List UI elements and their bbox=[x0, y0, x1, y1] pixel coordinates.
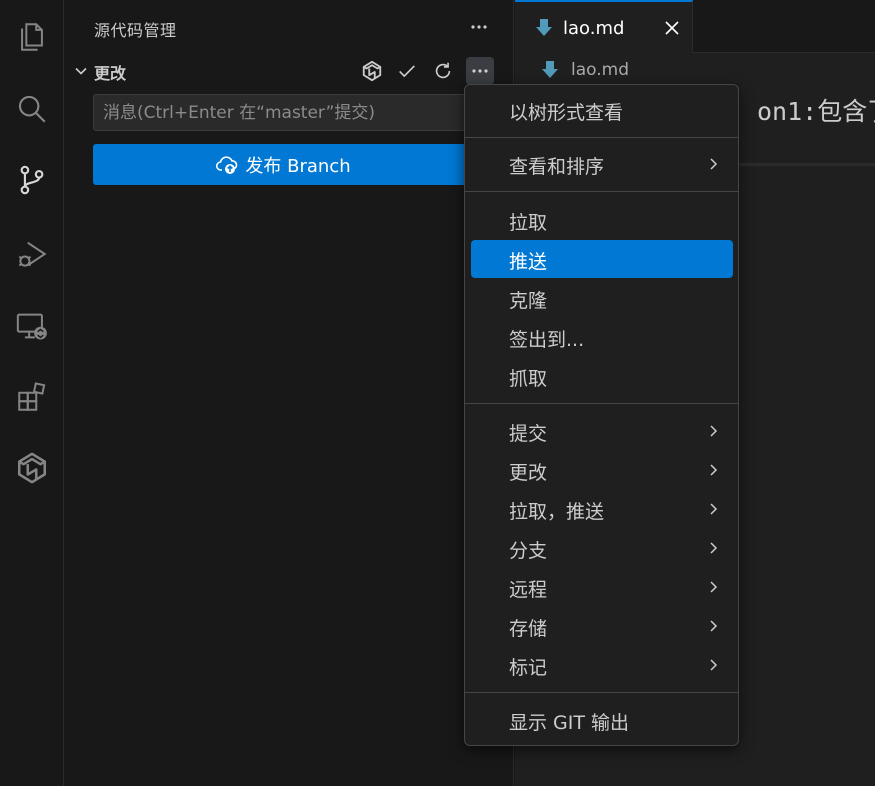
publish-branch-label: 发布 Branch bbox=[245, 155, 351, 177]
chevron-right-icon bbox=[710, 542, 718, 554]
menu-item-view-and-sort[interactable]: 查看和排序 bbox=[471, 145, 733, 183]
menu-item-label: 更改 bbox=[509, 462, 548, 484]
sidebar-more-actions-button[interactable] bbox=[464, 12, 494, 42]
menu-item-view-as-tree[interactable]: 以树形式查看 bbox=[471, 91, 733, 129]
activity-run-debug[interactable] bbox=[0, 226, 64, 282]
menu-item-label: 签出到... bbox=[509, 329, 585, 351]
activity-ai-assistant[interactable] bbox=[0, 440, 64, 496]
menu-item-show-git-output[interactable]: 显示 GIT 输出 bbox=[471, 701, 733, 739]
menu-item-label: 标记 bbox=[509, 657, 548, 679]
menu-item-tags[interactable]: 标记 bbox=[471, 646, 733, 684]
check-icon bbox=[399, 65, 415, 78]
publish-branch-button[interactable]: 发布 Branch bbox=[93, 144, 473, 185]
menu-separator bbox=[465, 692, 738, 693]
menu-item-label: 显示 GIT 输出 bbox=[509, 712, 630, 734]
changes-section-title: 更改 bbox=[94, 64, 127, 83]
chevron-right-icon bbox=[710, 158, 718, 170]
ellipsis-icon bbox=[471, 25, 487, 29]
ellipsis-icon bbox=[472, 69, 488, 73]
menu-item-checkout-to[interactable]: 签出到... bbox=[471, 318, 733, 356]
menu-item-label: 推送 bbox=[509, 251, 548, 273]
menu-item-label: 查看和排序 bbox=[509, 156, 605, 178]
menu-item-commit[interactable]: 提交 bbox=[471, 412, 733, 450]
commit-button[interactable] bbox=[393, 57, 421, 85]
more-actions-button[interactable] bbox=[466, 57, 494, 85]
menu-item-label: 拉取，推送 bbox=[509, 501, 605, 523]
cloud-upload-icon bbox=[216, 155, 238, 174]
files-icon bbox=[21, 23, 43, 51]
activity-explorer[interactable] bbox=[0, 9, 64, 65]
menu-item-branch[interactable]: 分支 bbox=[471, 529, 733, 567]
source-control-icon bbox=[20, 165, 44, 195]
menu-item-push[interactable]: 推送 bbox=[471, 240, 733, 278]
extensions-icon bbox=[18, 382, 46, 411]
editor-code-line: on1:包含了 bbox=[757, 97, 875, 126]
source-control-sidebar: 源代码管理 更改 消息(Ctrl+Enter 在“master”提交) 发布 B… bbox=[64, 0, 514, 786]
more-actions-context-menu: 以树形式查看 查看和排序 拉取 推送 克隆 签出到... 抓取 提交 更改 拉取… bbox=[464, 84, 739, 746]
menu-separator bbox=[465, 137, 738, 138]
menu-separator bbox=[465, 403, 738, 404]
tab-lao-md[interactable]: lao.md bbox=[515, 0, 693, 53]
tab-label: lao.md bbox=[563, 18, 625, 39]
ai-assistant-icon bbox=[362, 60, 382, 82]
activity-extensions[interactable] bbox=[0, 369, 64, 425]
menu-item-stash[interactable]: 存储 bbox=[471, 607, 733, 645]
menu-item-label: 抓取 bbox=[509, 368, 548, 390]
activity-source-control[interactable] bbox=[0, 152, 64, 208]
activity-search[interactable] bbox=[0, 81, 64, 137]
activity-remote-explorer[interactable] bbox=[0, 298, 64, 354]
menu-item-label: 提交 bbox=[509, 423, 548, 445]
changes-section-header[interactable]: 更改 bbox=[64, 54, 514, 88]
ai-commit-button[interactable] bbox=[358, 57, 386, 85]
menu-item-label: 存储 bbox=[509, 618, 548, 640]
refresh-button[interactable] bbox=[429, 57, 457, 85]
ai-assistant-icon bbox=[17, 452, 47, 484]
chevron-right-icon bbox=[710, 659, 718, 671]
menu-item-pull[interactable]: 拉取 bbox=[471, 201, 733, 239]
menu-item-fetch[interactable]: 抓取 bbox=[471, 357, 733, 395]
chevron-right-icon bbox=[710, 425, 718, 437]
menu-separator bbox=[465, 191, 738, 192]
tab-close-button[interactable] bbox=[660, 16, 684, 40]
menu-item-changes[interactable]: 更改 bbox=[471, 451, 733, 489]
chevron-right-icon bbox=[710, 503, 718, 515]
commit-message-input[interactable] bbox=[93, 94, 473, 131]
breadcrumb-file-label: lao.md bbox=[571, 60, 629, 80]
refresh-icon bbox=[435, 62, 451, 79]
remote-explorer-icon bbox=[16, 313, 47, 340]
tab-bar: lao.md bbox=[515, 0, 875, 53]
menu-item-pull-push[interactable]: 拉取，推送 bbox=[471, 490, 733, 528]
run-debug-icon bbox=[18, 241, 47, 267]
menu-item-clone[interactable]: 克隆 bbox=[471, 279, 733, 317]
breadcrumb[interactable]: lao.md bbox=[541, 58, 629, 82]
close-icon bbox=[665, 21, 679, 35]
menu-item-label: 拉取 bbox=[509, 212, 548, 234]
chevron-down-icon bbox=[75, 67, 87, 75]
menu-item-label: 克隆 bbox=[509, 290, 548, 312]
activity-bar bbox=[0, 0, 64, 786]
menu-item-label: 以树形式查看 bbox=[509, 102, 624, 124]
menu-item-label: 分支 bbox=[509, 540, 548, 562]
chevron-right-icon bbox=[710, 620, 718, 632]
sidebar-title: 源代码管理 bbox=[94, 21, 177, 40]
menu-item-label: 远程 bbox=[509, 579, 548, 601]
chevron-right-icon bbox=[710, 464, 718, 476]
menu-item-remote[interactable]: 远程 bbox=[471, 568, 733, 606]
search-icon bbox=[18, 95, 46, 123]
chevron-right-icon bbox=[710, 581, 718, 593]
markdown-download-icon bbox=[536, 19, 552, 36]
markdown-download-icon bbox=[542, 61, 558, 78]
